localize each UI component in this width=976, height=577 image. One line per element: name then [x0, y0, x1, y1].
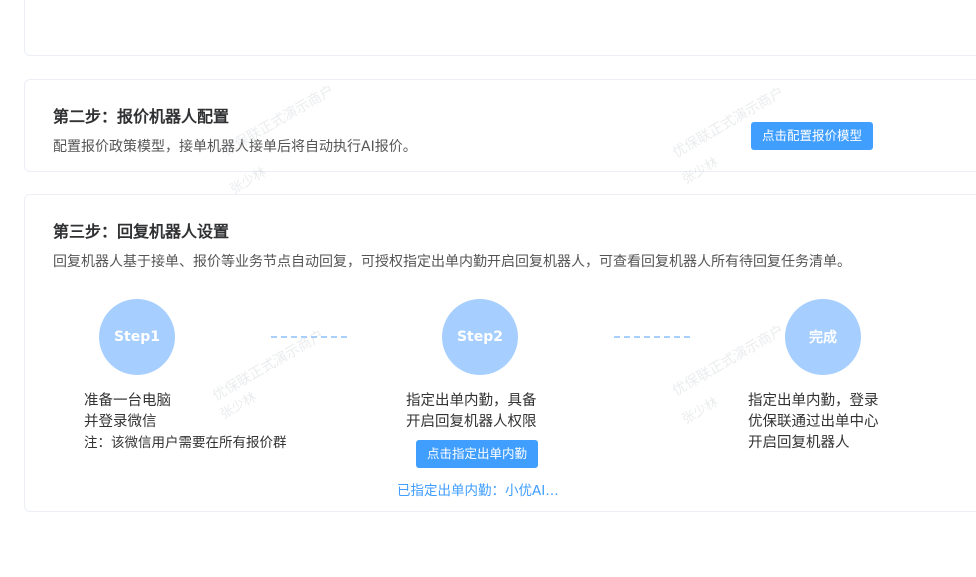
step3-card: 第三步：回复机器人设置 回复机器人基于接单、报价等业务节点自动回复，可授权指定出… [24, 194, 976, 512]
assign-clerk-button[interactable]: 点击指定出单内勤 [416, 440, 539, 468]
done-text: 指定出单内勤，登录 优保联通过出单中心 开启回复机器人 [748, 391, 879, 454]
step1-text: 准备一台电脑 并登录微信 注：该微信用户需要在所有报价群 [84, 391, 287, 454]
step2-line-1: 指定出单内勤，具备 [406, 393, 537, 409]
step3-title: 第三步：回复机器人设置 [53, 222, 230, 241]
step1-line-1: 准备一台电脑 [84, 393, 171, 409]
step1-badge: Step1 [99, 299, 175, 375]
step-connector-1 [271, 336, 347, 338]
done-line-1: 指定出单内勤，登录 [748, 393, 879, 409]
step2-card: 第二步：报价机器人配置 配置报价政策模型，接单机器人接单后将自动执行AI报价。 … [24, 79, 976, 172]
configure-quote-model-button[interactable]: 点击配置报价模型 [751, 122, 874, 150]
done-badge: 完成 [785, 299, 861, 375]
previous-step-card [24, 0, 976, 56]
step1-line-2: 并登录微信 [84, 414, 157, 430]
step2-badge: Step2 [442, 299, 518, 375]
step-connector-2 [614, 336, 690, 338]
step1-note: 注：该微信用户需要在所有报价群 [84, 435, 287, 451]
done-line-3: 开启回复机器人 [748, 435, 850, 451]
step3-description: 回复机器人基于接单、报价等业务节点自动回复，可授权指定出单内勤开启回复机器人，可… [53, 254, 851, 270]
step2-title: 第二步：报价机器人配置 [53, 107, 230, 126]
assigned-clerk-status[interactable]: 已指定出单内勤：小优AI… [397, 479, 559, 499]
step2-line-2: 开启回复机器人权限 [406, 414, 537, 430]
step2-description: 配置报价政策模型，接单机器人接单后将自动执行AI报价。 [53, 139, 417, 155]
done-line-2: 优保联通过出单中心 [748, 414, 879, 430]
step2-text: 指定出单内勤，具备 开启回复机器人权限 [406, 391, 537, 433]
